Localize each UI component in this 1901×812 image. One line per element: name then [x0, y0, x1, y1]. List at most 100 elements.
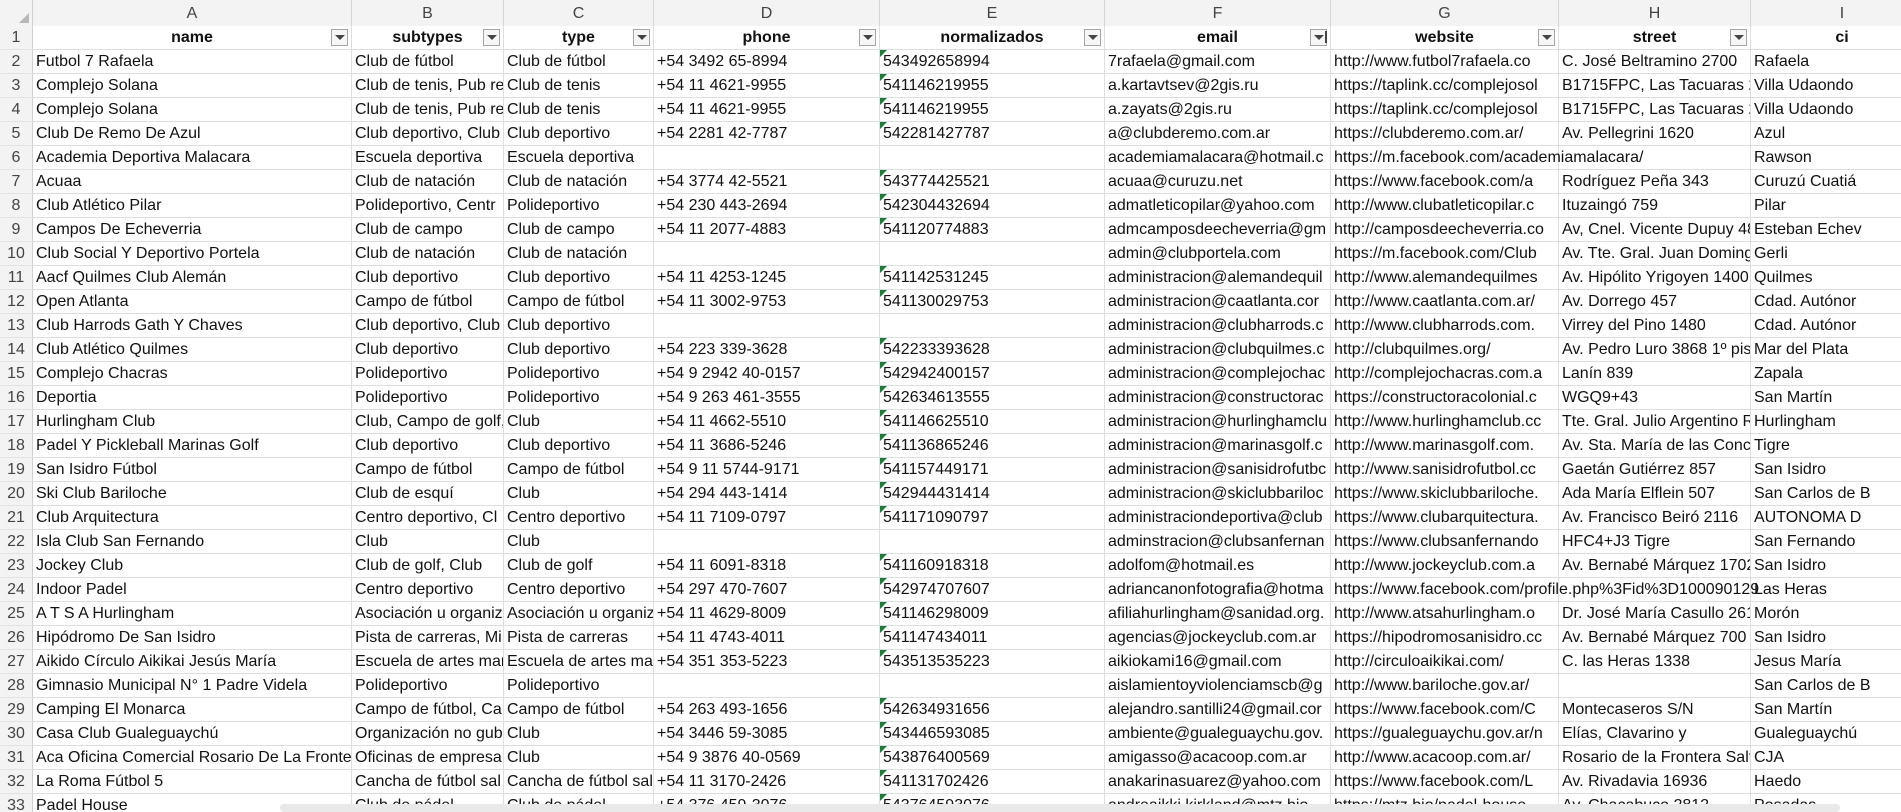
row-number[interactable]: 33: [0, 794, 33, 812]
cell-phone[interactable]: +54 11 3686-5246: [654, 434, 880, 458]
horizontal-scrollbar[interactable]: [280, 804, 1840, 812]
cell-email[interactable]: adolfom@hotmail.es: [1105, 554, 1331, 578]
cell-name[interactable]: Open Atlanta: [33, 290, 352, 314]
cell-type[interactable]: Club de natación: [504, 170, 654, 194]
cell-website[interactable]: http://www.atsahurlingham.o: [1331, 602, 1559, 626]
cell-normalizados[interactable]: [880, 146, 1105, 170]
cell-normalizados[interactable]: 542634931656: [880, 698, 1105, 722]
cell-normalizados[interactable]: 541146219955: [880, 98, 1105, 122]
cell-street[interactable]: HFC4+J3 Tigre: [1559, 530, 1751, 554]
cell-website[interactable]: https://www.skiclubbariloche.: [1331, 482, 1559, 506]
cell-name[interactable]: Academia Deportiva Malacara: [33, 146, 352, 170]
row-number[interactable]: 14: [0, 338, 33, 362]
cell-email[interactable]: administracion@alemandequil: [1105, 266, 1331, 290]
row-number[interactable]: 3: [0, 74, 33, 98]
cell-phone[interactable]: +54 11 3170-2426: [654, 770, 880, 794]
cell-name[interactable]: Gimnasio Municipal N° 1 Padre Videla: [33, 674, 352, 698]
column-letter-e[interactable]: E: [880, 0, 1105, 26]
cell-email[interactable]: admcamposdeecheverria@gm: [1105, 218, 1331, 242]
cell-street[interactable]: Gaetán Gutiérrez 857: [1559, 458, 1751, 482]
row-number[interactable]: 18: [0, 434, 33, 458]
cell-subtypes[interactable]: Campo de fútbol: [352, 458, 504, 482]
cell-name[interactable]: Club Harrods Gath Y Chaves: [33, 314, 352, 338]
cell-phone[interactable]: +54 9 263 461-3555: [654, 386, 880, 410]
cell-normalizados[interactable]: 541130029753: [880, 290, 1105, 314]
cell-type[interactable]: Escuela de artes ma: [504, 650, 654, 674]
header-normalizados[interactable]: normalizados: [880, 26, 1105, 50]
cell-ci[interactable]: Villa Udaondo: [1751, 98, 1901, 122]
cell-website[interactable]: http://www.bariloche.gov.ar/: [1331, 674, 1559, 698]
cell-phone[interactable]: +54 11 6091-8318: [654, 554, 880, 578]
cell-street[interactable]: Av. Pellegrini 1620: [1559, 122, 1751, 146]
row-number[interactable]: 32: [0, 770, 33, 794]
cell-normalizados[interactable]: 541146298009: [880, 602, 1105, 626]
row-number[interactable]: 1: [0, 26, 33, 50]
cell-subtypes[interactable]: Club de natación: [352, 242, 504, 266]
header-type[interactable]: type: [504, 26, 654, 50]
row-number[interactable]: 4: [0, 98, 33, 122]
cell-website[interactable]: https://www.facebook.com/a: [1331, 170, 1559, 194]
cell-ci[interactable]: Las Heras: [1751, 578, 1901, 602]
cell-ci[interactable]: Hurlingham: [1751, 410, 1901, 434]
header-ci[interactable]: ci: [1751, 26, 1901, 50]
cell-subtypes[interactable]: Club de fútbol: [352, 50, 504, 74]
cell-website[interactable]: http://www.futbol7rafaela.co: [1331, 50, 1559, 74]
cell-normalizados[interactable]: 541136865246: [880, 434, 1105, 458]
cell-normalizados[interactable]: 543876400569: [880, 746, 1105, 770]
cell-type[interactable]: Polideportivo: [504, 362, 654, 386]
cell-type[interactable]: Club de tenis: [504, 74, 654, 98]
cell-subtypes[interactable]: Club deportivo, Club: [352, 122, 504, 146]
cell-name[interactable]: Hurlingham Club: [33, 410, 352, 434]
column-letter-a[interactable]: A: [33, 0, 352, 26]
cell-phone[interactable]: [654, 146, 880, 170]
cell-normalizados[interactable]: 541160918318: [880, 554, 1105, 578]
cell-name[interactable]: Club Atlético Pilar: [33, 194, 352, 218]
cell-email[interactable]: administracion@constructorac: [1105, 386, 1331, 410]
cell-type[interactable]: Club de campo: [504, 218, 654, 242]
cell-name[interactable]: Futbol 7 Rafaela: [33, 50, 352, 74]
cell-street[interactable]: Av. Hipólito Yrigoyen 1400: [1559, 266, 1751, 290]
row-number[interactable]: 11: [0, 266, 33, 290]
cell-website[interactable]: https://taplink.cc/complejosol: [1331, 98, 1559, 122]
cell-ci[interactable]: Zapala: [1751, 362, 1901, 386]
cell-street[interactable]: Rosario de la Frontera Salta AF: [1559, 746, 1751, 770]
row-number[interactable]: 12: [0, 290, 33, 314]
cell-phone[interactable]: +54 11 7109-0797: [654, 506, 880, 530]
cell-website[interactable]: http://www.hurlinghamclub.cc: [1331, 410, 1559, 434]
cell-type[interactable]: Asociación u organiz: [504, 602, 654, 626]
cell-subtypes[interactable]: Club deportivo, Club: [352, 314, 504, 338]
cell-type[interactable]: Club de fútbol: [504, 50, 654, 74]
cell-type[interactable]: Campo de fútbol: [504, 698, 654, 722]
cell-website[interactable]: http://www.alemandequilmes: [1331, 266, 1559, 290]
cell-subtypes[interactable]: Club de tenis, Pub res: [352, 98, 504, 122]
column-letter-d[interactable]: D: [654, 0, 880, 26]
cell-normalizados[interactable]: 543513535223: [880, 650, 1105, 674]
cell-ci[interactable]: Villa Udaondo: [1751, 74, 1901, 98]
cell-type[interactable]: Club de natación: [504, 242, 654, 266]
cell-subtypes[interactable]: Organización no gub: [352, 722, 504, 746]
cell-subtypes[interactable]: Oficinas de empresa: [352, 746, 504, 770]
cell-ci[interactable]: San Carlos de B: [1751, 674, 1901, 698]
cell-email[interactable]: adriancanonfotografia@hotma: [1105, 578, 1331, 602]
cell-website[interactable]: http://www.acacoop.com.ar/: [1331, 746, 1559, 770]
cell-name[interactable]: A T S A Hurlingham: [33, 602, 352, 626]
cell-email[interactable]: a.kartavtsev@2gis.ru: [1105, 74, 1331, 98]
cell-ci[interactable]: San Martín: [1751, 698, 1901, 722]
cell-email[interactable]: administracion@complejochac: [1105, 362, 1331, 386]
cell-website[interactable]: https://taplink.cc/complejosol: [1331, 74, 1559, 98]
cell-website[interactable]: https://www.facebook.com/profile.php%3Fi…: [1331, 578, 1759, 602]
cell-subtypes[interactable]: Campo de fútbol, Ca: [352, 698, 504, 722]
row-number[interactable]: 28: [0, 674, 33, 698]
row-number[interactable]: 6: [0, 146, 33, 170]
cell-phone[interactable]: [654, 674, 880, 698]
cell-subtypes[interactable]: Club de golf, Club: [352, 554, 504, 578]
cell-website[interactable]: https://m.facebook.com/Club: [1331, 242, 1559, 266]
cell-subtypes[interactable]: Polideportivo: [352, 362, 504, 386]
cell-street[interactable]: Av. Dorrego 457: [1559, 290, 1751, 314]
cell-normalizados[interactable]: 542942400157: [880, 362, 1105, 386]
cell-phone[interactable]: +54 294 443-1414: [654, 482, 880, 506]
header-street[interactable]: street: [1559, 26, 1751, 50]
cell-phone[interactable]: +54 11 4621-9955: [654, 98, 880, 122]
cell-website[interactable]: http://clubquilmes.org/: [1331, 338, 1559, 362]
cell-phone[interactable]: +54 263 493-1656: [654, 698, 880, 722]
